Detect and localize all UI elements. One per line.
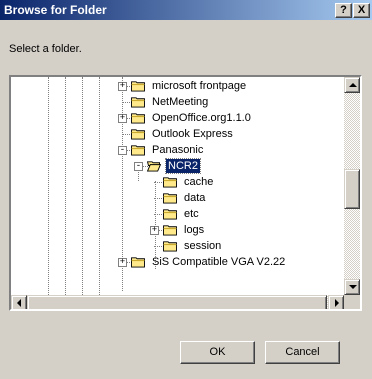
folder-open-icon — [146, 161, 162, 172]
tree-item-label: data — [184, 192, 206, 204]
collapse-icon[interactable]: - — [134, 162, 143, 171]
tree-item-label: microsoft frontpage — [152, 80, 247, 92]
tree-item[interactable]: - NCR2 — [11, 158, 344, 175]
folder-closed-icon — [163, 225, 177, 236]
arrow-up-icon — [349, 83, 357, 87]
arrow-down-icon — [349, 285, 357, 289]
tree-item-label: SiS Compatible VGA V2.22 — [152, 256, 286, 268]
prompt-label: Select a folder. — [9, 43, 82, 55]
tree-item[interactable]: cache — [11, 175, 344, 191]
scroll-down-button[interactable] — [344, 279, 360, 295]
ok-button[interactable]: OK — [180, 341, 255, 364]
tree-item[interactable]: session — [11, 239, 344, 255]
tree-item[interactable]: + microsoft frontpage — [11, 79, 344, 95]
tree-item-label: Panasonic — [152, 144, 204, 156]
tree-item-label: logs — [184, 224, 205, 236]
arrow-left-icon — [17, 299, 21, 307]
tree-item[interactable]: + OpenOffice.org1.1.0 — [11, 111, 344, 127]
tree-viewport: + microsoft frontpage NetMeeting + OpenOffic… — [11, 77, 344, 295]
expand-icon[interactable]: + — [118, 82, 127, 91]
folder-closed-icon — [131, 145, 145, 156]
folder-closed-icon — [131, 113, 145, 124]
tree-item-label: NCR2 — [165, 158, 201, 174]
folder-closed-icon — [131, 257, 145, 268]
tree-item-label: Outlook Express — [152, 128, 233, 140]
scroll-up-button[interactable] — [344, 77, 360, 93]
cancel-button[interactable]: Cancel — [265, 341, 340, 364]
scroll-corner — [344, 295, 360, 309]
folder-tree[interactable]: + microsoft frontpage NetMeeting + OpenOffic… — [9, 75, 362, 311]
tree-item[interactable]: + logs — [11, 223, 344, 239]
tree-item[interactable]: data — [11, 191, 344, 207]
tree-item[interactable]: + SiS Compatible VGA V2.22 — [11, 255, 344, 271]
tree-item-label: session — [184, 240, 222, 252]
folder-closed-icon — [163, 209, 177, 220]
tree-item-label: etc — [184, 208, 199, 220]
scroll-thumb-horizontal[interactable] — [27, 295, 327, 309]
folder-closed-icon — [131, 97, 145, 108]
expand-icon[interactable]: + — [118, 114, 127, 123]
folder-closed-icon — [163, 193, 177, 204]
tree-item[interactable]: NetMeeting — [11, 95, 344, 111]
scroll-thumb[interactable] — [344, 169, 360, 209]
expand-icon[interactable]: + — [150, 226, 159, 235]
tree-item[interactable]: etc — [11, 207, 344, 223]
tree-item[interactable]: - Panasonic — [11, 143, 344, 159]
close-button[interactable]: X — [353, 3, 370, 18]
title-bar[interactable]: Browse for Folder ? X — [0, 0, 372, 20]
folder-closed-icon — [163, 241, 177, 252]
folder-closed-icon — [131, 81, 145, 92]
tree-item[interactable]: Outlook Express — [11, 127, 344, 143]
collapse-icon[interactable]: - — [118, 146, 127, 155]
horizontal-scrollbar[interactable] — [11, 295, 344, 309]
tree-item-label: cache — [184, 176, 214, 188]
help-button[interactable]: ? — [335, 3, 352, 18]
folder-closed-icon — [131, 129, 145, 140]
folder-closed-icon — [163, 177, 177, 188]
tree-item-label: OpenOffice.org1.1.0 — [152, 112, 251, 124]
tree-item-label: NetMeeting — [152, 96, 209, 108]
arrow-right-icon — [335, 299, 339, 307]
scroll-right-button[interactable] — [328, 295, 344, 309]
vertical-scrollbar[interactable] — [344, 77, 360, 295]
scroll-left-button[interactable] — [11, 295, 27, 309]
window-title: Browse for Folder — [4, 3, 107, 17]
expand-icon[interactable]: + — [118, 258, 127, 267]
